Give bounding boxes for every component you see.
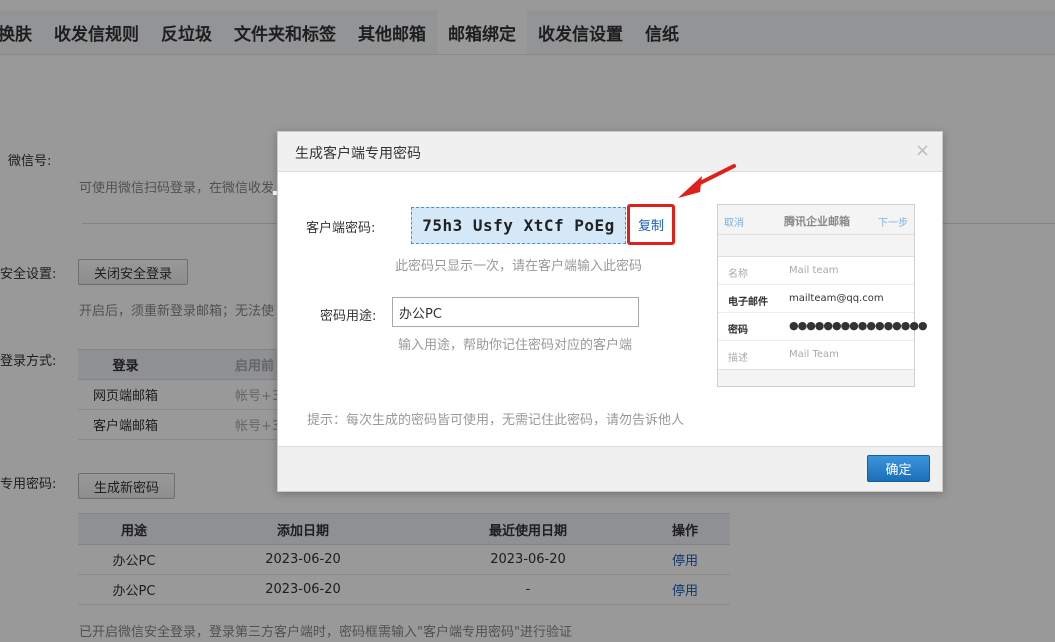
mock-row-email: 电子邮件 mailteam@qq.com [718,285,914,313]
mock-key: 描述 [728,353,748,364]
dialog-tip: 提示：每次生成的密码皆可使用，无需记住此密码，请勿告诉他人 [307,413,685,428]
mock-cancel: 取消 [724,218,744,229]
mock-row-password: 密码 ●●●●●●●●●●●●●●●● [718,313,928,341]
dialog-footer: 确定 [278,446,942,491]
dialog-header: 生成客户端专用密码 × [278,132,942,172]
copy-button[interactable]: 复制 [627,204,675,245]
purpose-label: 密码用途: [320,309,377,324]
mock-header: 取消 腾讯企业邮箱 下一步 [718,205,914,235]
confirm-button[interactable]: 确定 [867,455,930,482]
mock-row-name: 名称 Mail team [718,257,914,285]
mock-next: 下一步 [878,218,908,229]
annotation-arrow-icon [678,164,736,198]
password-hint: 此密码只显示一次，请在客户端输入此密码 [395,259,643,274]
mock-value: mailteam@qq.com [789,293,884,304]
mock-value: Mail Team [789,349,839,360]
password-label: 客户端密码: [306,221,376,236]
generate-password-dialog: 生成客户端专用密码 × 客户端密码: 75h3 Usfy XtCf PoEg 复… [277,131,943,492]
dialog-title: 生成客户端专用密码 [295,146,421,162]
mock-title: 腾讯企业邮箱 [784,215,850,228]
generated-password[interactable]: 75h3 Usfy XtCf PoEg [411,207,626,244]
mock-row-description: 描述 Mail Team [718,341,914,369]
mock-value: ●●●●●●●●●●●●●●●● [789,319,928,332]
mock-key: 密码 [728,325,748,336]
mock-key: 名称 [728,269,748,280]
close-icon[interactable]: × [915,140,930,161]
mock-key: 电子邮件 [728,297,768,308]
purpose-input[interactable]: 办公PC [392,297,639,327]
purpose-hint: 输入用途，帮助你记住密码对应的客户端 [398,338,633,353]
dialog-body: 客户端密码: 75h3 Usfy XtCf PoEg 复制 此密码只显示一次，请… [278,172,942,447]
mock-form: 名称 Mail team 电子邮件 mailteam@qq.com 密码 ●●●… [718,256,928,370]
client-setup-illustration: 取消 腾讯企业邮箱 下一步 名称 Mail team 电子邮件 mailteam… [717,204,928,387]
mock-value: Mail team [789,265,839,276]
